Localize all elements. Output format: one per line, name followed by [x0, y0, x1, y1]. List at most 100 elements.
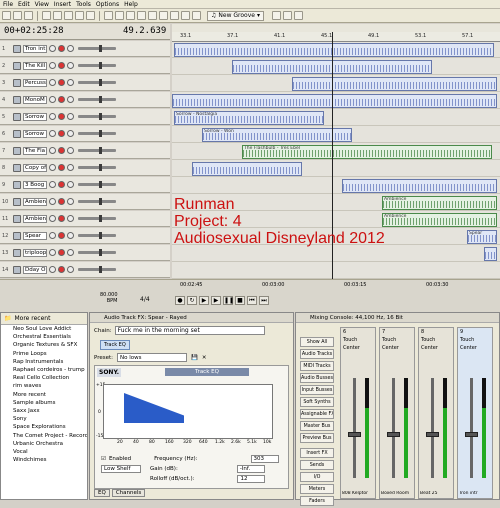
mute-icon[interactable] [49, 181, 56, 188]
solo-icon[interactable] [67, 113, 74, 120]
volume-slider[interactable] [78, 45, 116, 52]
track-name[interactable]: triploop [23, 248, 47, 257]
track-header[interactable]: 4 MonoM [0, 92, 170, 108]
volume-slider[interactable] [78, 62, 116, 69]
mute-icon[interactable] [49, 79, 56, 86]
help-icon[interactable] [293, 11, 303, 20]
audio-clip[interactable] [484, 247, 497, 261]
volume-fader[interactable] [387, 432, 400, 437]
track-header[interactable]: 1 Tron int [0, 41, 170, 57]
time-signature[interactable]: 4/4 [140, 296, 150, 303]
explorer-item[interactable]: Sample albums [1, 399, 87, 407]
track-name[interactable]: Dday O [23, 265, 47, 274]
envelope-tool-icon[interactable] [115, 11, 124, 20]
record-arm-icon[interactable] [58, 62, 65, 69]
tab-channels[interactable]: Channels [111, 489, 146, 497]
mute-icon[interactable] [49, 45, 56, 52]
automation-mode[interactable]: Touch [458, 336, 492, 344]
volume-slider[interactable] [78, 215, 116, 222]
menu-edit[interactable]: Edit [18, 1, 30, 8]
copy-icon[interactable] [53, 11, 62, 20]
sends-button[interactable]: Sends [300, 460, 334, 470]
track-header[interactable]: 10 Ambien [0, 194, 170, 210]
audio-clip[interactable] [192, 162, 302, 176]
tempo-display[interactable]: 80.000 BPM [100, 292, 118, 304]
explorer-item[interactable]: Space Explorations [1, 423, 87, 431]
volume-slider[interactable] [78, 113, 116, 120]
new-icon[interactable] [2, 11, 11, 20]
menu-insert[interactable]: Insert [54, 1, 71, 8]
go-to-end-icon[interactable]: ⏭ [259, 296, 269, 305]
explorer-item[interactable]: Raphael cordeiros - trump [1, 366, 87, 374]
insert-fx-button[interactable]: Insert FX [300, 448, 334, 458]
record-arm-icon[interactable] [58, 164, 65, 171]
solo-icon[interactable] [67, 45, 74, 52]
record-arm-icon[interactable] [58, 147, 65, 154]
cut-icon[interactable] [42, 11, 51, 20]
volume-slider[interactable] [78, 96, 116, 103]
play-icon[interactable]: ▶ [211, 296, 221, 305]
pan-value[interactable]: Center [380, 344, 414, 352]
save-icon[interactable] [24, 11, 33, 20]
snap-icon[interactable] [159, 11, 168, 20]
explorer-item[interactable]: rim waves [1, 382, 87, 390]
pause-icon[interactable]: ❚❚ [223, 296, 234, 305]
solo-icon[interactable] [67, 79, 74, 86]
track-name[interactable]: The Fla [23, 146, 47, 155]
midi-tracks-button[interactable]: MIDI Tracks [300, 361, 334, 371]
selection-tool-icon[interactable] [126, 11, 135, 20]
volume-slider[interactable] [78, 198, 116, 205]
pan-value[interactable]: Center [458, 344, 492, 352]
audio-clip[interactable]: Sorrow - Won [202, 128, 352, 142]
track-header[interactable]: 6 Sorrow [0, 126, 170, 142]
eq-graph[interactable] [103, 384, 273, 439]
track-name[interactable]: Copy of [23, 163, 47, 172]
solo-icon[interactable] [67, 249, 74, 256]
delete-preset-icon[interactable]: ✕ [202, 355, 207, 361]
audio-busses-button[interactable]: Audio Busses [300, 373, 334, 383]
pan-value[interactable]: Center [419, 344, 453, 352]
explorer-path[interactable]: More recent [14, 315, 50, 322]
record-arm-icon[interactable] [58, 198, 65, 205]
track-header[interactable]: 9 3 Boog [0, 177, 170, 193]
stop-icon[interactable]: ■ [235, 296, 245, 305]
volume-slider[interactable] [78, 266, 116, 273]
record-arm-icon[interactable] [58, 96, 65, 103]
explorer-item[interactable]: Neo Soul Love Addict [1, 325, 87, 333]
mute-icon[interactable] [49, 147, 56, 154]
track-name[interactable]: Ambien [23, 214, 47, 223]
menu-view[interactable]: View [35, 1, 49, 8]
mute-icon[interactable] [49, 232, 56, 239]
solo-icon[interactable] [67, 232, 74, 239]
record-arm-icon[interactable] [58, 130, 65, 137]
solo-icon[interactable] [67, 130, 74, 137]
audio-clip[interactable]: Spear [467, 230, 497, 244]
faders-button[interactable]: Faders [300, 496, 334, 506]
gain-field[interactable]: -Inf. [236, 465, 265, 473]
mute-icon[interactable] [49, 266, 56, 273]
record-arm-icon[interactable] [58, 249, 65, 256]
track-name[interactable]: The Kill [23, 61, 47, 70]
track-name[interactable]: Sorrow [23, 129, 47, 138]
mute-icon[interactable] [49, 215, 56, 222]
explorer-item[interactable]: More recent [1, 391, 87, 399]
record-arm-icon[interactable] [58, 181, 65, 188]
play-from-start-icon[interactable]: ▶ [199, 296, 209, 305]
enabled-checkbox[interactable]: ☑ [101, 456, 106, 462]
volume-fader[interactable] [465, 432, 478, 437]
marker-bar[interactable] [172, 24, 500, 32]
volume-slider[interactable] [78, 249, 116, 256]
record-arm-icon[interactable] [58, 113, 65, 120]
mute-icon[interactable] [49, 130, 56, 137]
record-arm-icon[interactable] [58, 215, 65, 222]
tab-track-eq[interactable]: Track EQ [100, 340, 130, 350]
track-header[interactable]: 12 Spear [0, 228, 170, 244]
solo-icon[interactable] [67, 62, 74, 69]
band-type-select[interactable]: Low Shelf [101, 465, 141, 473]
solo-icon[interactable] [67, 198, 74, 205]
record-arm-icon[interactable] [58, 266, 65, 273]
record-arm-icon[interactable] [58, 232, 65, 239]
explorer-item[interactable]: Prime Loops [1, 350, 87, 358]
volume-slider[interactable] [78, 79, 116, 86]
automation-mode[interactable]: Touch [341, 336, 375, 344]
